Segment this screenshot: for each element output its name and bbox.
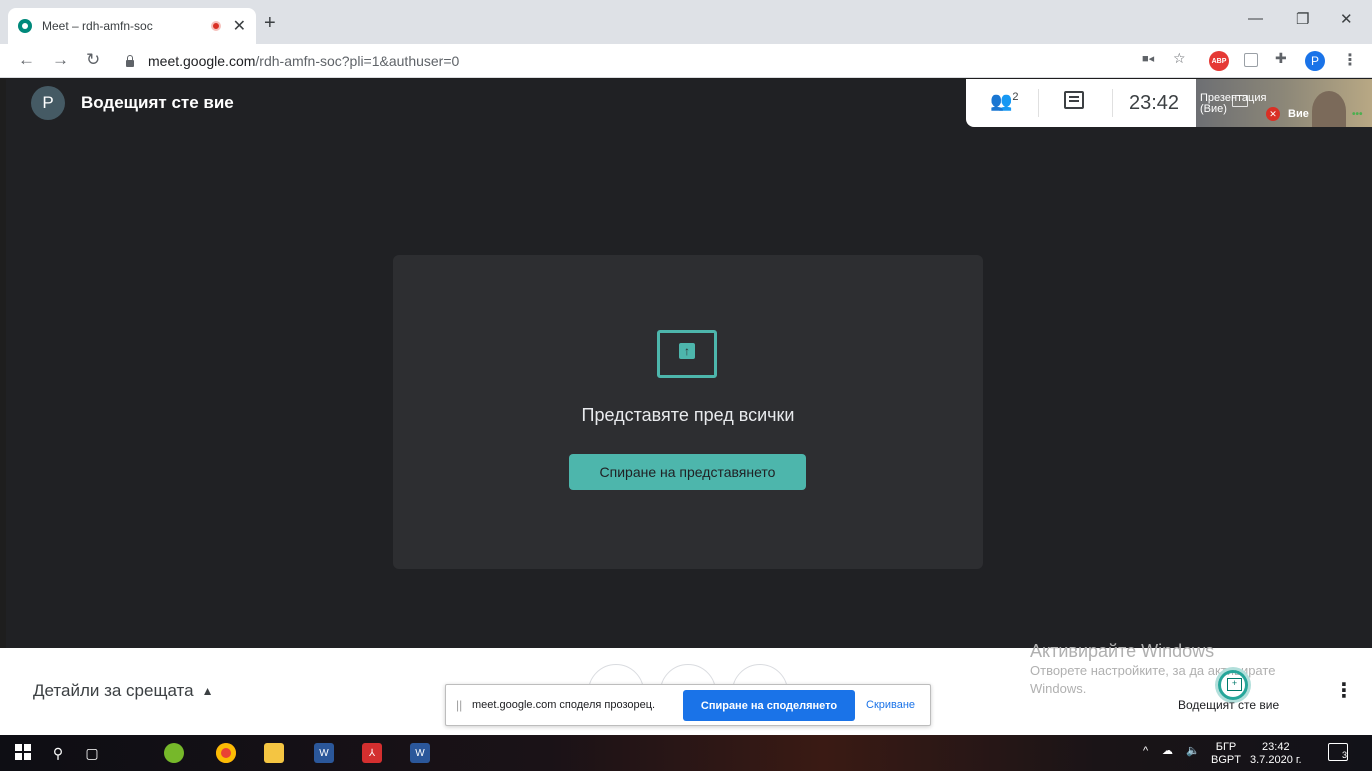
- windows-start-icon[interactable]: [14, 743, 32, 761]
- hide-link[interactable]: Скриване: [866, 699, 915, 711]
- presenting-status-icon[interactable]: [1218, 670, 1248, 700]
- clock-date: 3.7.2020 г.: [1250, 754, 1302, 766]
- watermark-line1: Активирайте Windows: [1030, 641, 1215, 661]
- url-host: meet.google.com: [148, 53, 256, 69]
- browser-tab-meet[interactable]: Meet – rdh-amfn-soc ✕: [8, 8, 256, 44]
- more-options-icon[interactable]: ⋮: [1334, 678, 1354, 703]
- present-screen-icon: [1232, 95, 1248, 107]
- utorrent-icon[interactable]: [164, 743, 184, 763]
- system-clock[interactable]: 23:42 3.7.2020 г.: [1250, 741, 1302, 767]
- address-bar[interactable]: meet.google.com/rdh-amfn-soc?pli=1&authu…: [116, 48, 1356, 74]
- chrome-icon[interactable]: [216, 743, 236, 763]
- host-avatar: P: [31, 86, 65, 120]
- drag-handle-icon[interactable]: ||: [456, 698, 462, 712]
- adblock-extension-icon[interactable]: ABP: [1209, 51, 1229, 71]
- lang-top: БГР: [1215, 741, 1237, 753]
- word-icon-2[interactable]: W: [410, 743, 430, 763]
- self-video-face: [1312, 91, 1346, 127]
- notification-center-icon[interactable]: 3: [1328, 743, 1348, 761]
- self-view-thumbnail[interactable]: Презентация (Вие) ✕ Вие •••: [1196, 79, 1372, 127]
- file-explorer-icon[interactable]: [264, 743, 284, 763]
- close-tab-icon[interactable]: ✕: [233, 16, 246, 36]
- share-message: meet.google.com споделя прозорец.: [472, 699, 656, 711]
- presenting-card: ↑ Представяте пред всички Спиране на пре…: [393, 255, 983, 569]
- extension-box-icon[interactable]: [1244, 53, 1258, 67]
- notification-count: 3: [1341, 750, 1347, 760]
- camera-icon[interactable]: ■◂: [1142, 52, 1154, 65]
- chat-icon[interactable]: [1064, 91, 1084, 109]
- meet-stage: P Водещият сте вие 👥2 23:42 Презентация …: [6, 79, 1372, 648]
- search-icon[interactable]: ⚲: [48, 743, 68, 763]
- onedrive-cloud-icon[interactable]: ☁: [1162, 745, 1173, 758]
- meet-top-bar: 👥2 23:42 Презентация (Вие) ✕ Вие •••: [966, 79, 1372, 127]
- chevron-up-icon: ▲: [201, 684, 214, 698]
- tab-title: Meet – rdh-amfn-soc: [42, 19, 153, 33]
- screen-share-notification: || meet.google.com споделя прозорец. Спи…: [445, 684, 931, 726]
- thumb-self-name: Вие: [1288, 108, 1309, 120]
- more-options-dots-icon[interactable]: •••: [1352, 109, 1363, 120]
- stop-presenting-button[interactable]: Спиране на представянето: [569, 454, 806, 490]
- close-window-button[interactable]: ✕: [1340, 10, 1353, 28]
- url-path: /rdh-amfn-soc?pli=1&authuser=0: [255, 53, 460, 69]
- tray-chevron-icon[interactable]: ^: [1143, 745, 1148, 758]
- restore-window-button[interactable]: ❐: [1296, 10, 1309, 28]
- people-count: 2: [1012, 91, 1019, 103]
- word-icon[interactable]: W: [314, 743, 334, 763]
- lang-bottom: BGPT: [1211, 754, 1241, 766]
- clock-time: 23:42: [1262, 741, 1290, 753]
- profile-avatar[interactable]: P: [1305, 51, 1325, 71]
- meeting-details-button[interactable]: Детайли за срещата ▲: [33, 681, 213, 701]
- minimize-window-button[interactable]: —: [1248, 10, 1263, 27]
- lock-icon: [126, 54, 134, 67]
- forward-arrow-icon[interactable]: →: [52, 50, 69, 70]
- mic-muted-icon: ✕: [1266, 107, 1280, 121]
- present-to-all-icon: ↑: [657, 330, 717, 378]
- upload-arrow-icon: ↑: [679, 343, 695, 359]
- input-language[interactable]: БГР BGPT: [1211, 741, 1241, 767]
- recording-indicator-icon: [210, 21, 221, 31]
- host-label: Водещият сте вие: [81, 93, 234, 112]
- presenter-status-label: Водещият сте вие: [1178, 698, 1280, 712]
- extensions-puzzle-icon[interactable]: ✚: [1275, 50, 1287, 67]
- acrobat-icon[interactable]: ⅄: [362, 743, 382, 763]
- meet-bottom-bar: Детайли за срещата ▲ Активирайте Windows …: [0, 641, 1372, 735]
- people-icon[interactable]: 👥2: [990, 91, 1019, 112]
- stop-sharing-button[interactable]: Спиране на споделянето: [683, 690, 855, 721]
- new-tab-button[interactable]: +: [264, 12, 276, 35]
- meeting-details-label: Детайли за срещата: [33, 681, 194, 700]
- divider: [1038, 89, 1039, 117]
- browser-toolbar: ← → ↻ meet.google.com/rdh-amfn-soc?pli=1…: [0, 44, 1372, 78]
- meet-favicon-icon: [18, 19, 32, 33]
- presenting-heading: Представяте пред всички: [581, 405, 795, 425]
- reload-icon[interactable]: ↻: [86, 50, 100, 70]
- browser-tab-strip: Meet – rdh-amfn-soc ✕ + — ❐ ✕: [0, 0, 1372, 44]
- divider: [1112, 89, 1113, 117]
- back-arrow-icon[interactable]: ←: [18, 50, 35, 70]
- bookmark-star-icon[interactable]: ☆: [1173, 50, 1186, 67]
- task-view-icon[interactable]: ▢: [82, 743, 102, 763]
- meeting-clock: 23:42: [1129, 92, 1180, 114]
- browser-menu-icon[interactable]: ⋮: [1342, 50, 1358, 70]
- windows-taskbar: ⚲ ▢ W ⅄ W ^ ☁ 🔈 БГР BGPT 23:42 3.7.2020 …: [0, 735, 1372, 771]
- volume-icon[interactable]: 🔈: [1186, 745, 1200, 758]
